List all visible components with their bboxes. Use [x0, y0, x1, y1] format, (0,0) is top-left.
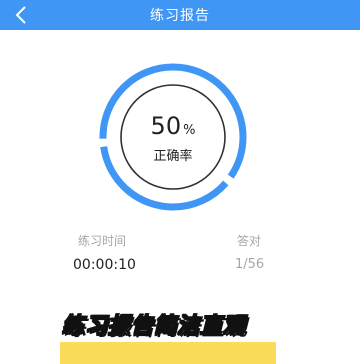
chevron-left-icon — [15, 6, 26, 24]
banner-highlight — [60, 342, 276, 364]
correct-count-value: 1/56 — [235, 257, 265, 272]
accuracy-value: 50 — [150, 112, 182, 140]
accuracy-label: 正确率 — [153, 149, 193, 164]
correct-count-label: 答对 — [237, 234, 262, 248]
page-title: 练习报告 — [150, 8, 210, 24]
banner-caption: 练习报告简洁直观 — [61, 314, 247, 340]
practice-time-label: 练习时间 — [78, 234, 127, 248]
accuracy-score: 50% — [96, 112, 250, 145]
top-nav-bar: 练习报告 — [0, 0, 360, 30]
back-button[interactable] — [8, 2, 34, 28]
practice-time-value: 00:00:10 — [73, 257, 136, 273]
promo-banner: 练习报告简洁直观 — [0, 310, 360, 364]
accuracy-unit: % — [183, 123, 196, 138]
